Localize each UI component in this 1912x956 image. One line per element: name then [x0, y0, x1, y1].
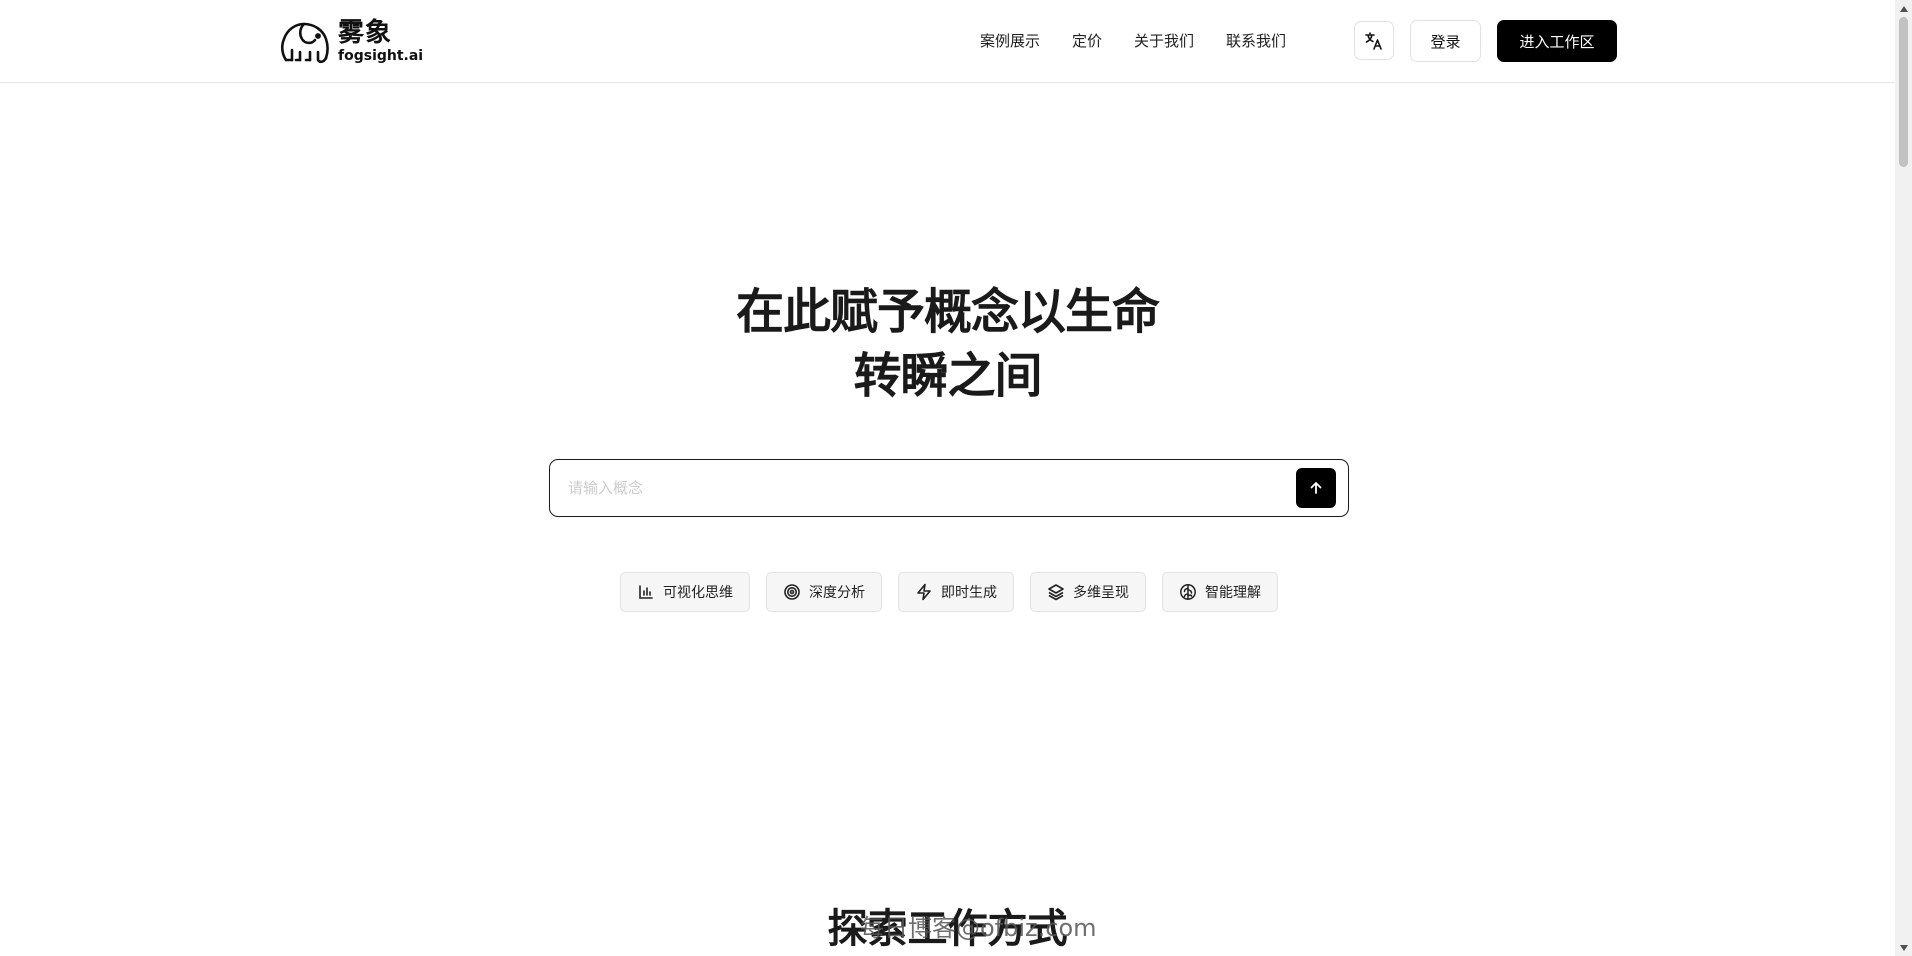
- brain-icon: [1180, 584, 1196, 600]
- logo-name: 雾象: [338, 18, 393, 48]
- concept-search-box: [549, 459, 1349, 517]
- chip-label: 多维呈现: [1073, 585, 1129, 601]
- nav-about[interactable]: 关于我们: [1134, 30, 1194, 51]
- elephant-logo-icon: [280, 22, 329, 64]
- main-nav: 案例展示 定价 关于我们 联系我们: [980, 30, 1286, 51]
- scroll-down-arrow-icon[interactable]: [1895, 939, 1912, 956]
- bar-chart-icon: [639, 585, 653, 599]
- page: 雾象 fogsight.ai 案例展示 定价 关于我们 联系我们 登录 进入工作…: [0, 0, 1912, 956]
- concept-input[interactable]: [568, 468, 1268, 508]
- chip-visual-thinking[interactable]: 可视化思维: [620, 572, 750, 612]
- hero-title-line1: 在此赋予概念以生命: [735, 284, 1160, 340]
- nav-contact[interactable]: 联系我们: [1226, 30, 1286, 51]
- logo[interactable]: 雾象 fogsight.ai: [278, 14, 423, 68]
- chip-instant-generation[interactable]: 即时生成: [898, 572, 1014, 612]
- chip-smart-understanding[interactable]: 智能理解: [1162, 572, 1278, 612]
- send-button[interactable]: [1296, 468, 1336, 508]
- arrow-up-icon: [1310, 482, 1322, 494]
- translate-button[interactable]: [1354, 21, 1394, 60]
- translate-icon: [1365, 31, 1382, 50]
- layers-icon: [1048, 584, 1064, 601]
- enter-workspace-button[interactable]: 进入工作区: [1497, 20, 1617, 62]
- chip-label: 即时生成: [941, 585, 997, 601]
- lightning-icon: [917, 583, 931, 601]
- chip-label: 智能理解: [1205, 585, 1261, 601]
- target-icon: [784, 584, 800, 600]
- top-header: 雾象 fogsight.ai 案例展示 定价 关于我们 联系我们 登录 进入工作…: [0, 0, 1895, 83]
- vertical-scrollbar[interactable]: [1895, 0, 1912, 956]
- nav-cases[interactable]: 案例展示: [980, 30, 1040, 51]
- chip-label: 可视化思维: [663, 585, 733, 601]
- chip-multidimensional[interactable]: 多维呈现: [1030, 572, 1146, 612]
- scroll-up-arrow-icon[interactable]: [1895, 0, 1912, 17]
- login-button[interactable]: 登录: [1410, 20, 1481, 62]
- scrollbar-thumb[interactable]: [1899, 17, 1908, 167]
- chip-deep-analysis[interactable]: 深度分析: [766, 572, 882, 612]
- logo-domain: fogsight.ai: [338, 48, 424, 64]
- chip-label: 深度分析: [809, 585, 865, 601]
- nav-pricing[interactable]: 定价: [1072, 30, 1102, 51]
- hero-title-line2: 转瞬之间: [853, 348, 1042, 404]
- feature-chips: 可视化思维 深度分析 即时生成 多维呈现 智能理解: [620, 572, 1278, 612]
- watermark: 每日博客@ofbiz.com: [860, 914, 1097, 942]
